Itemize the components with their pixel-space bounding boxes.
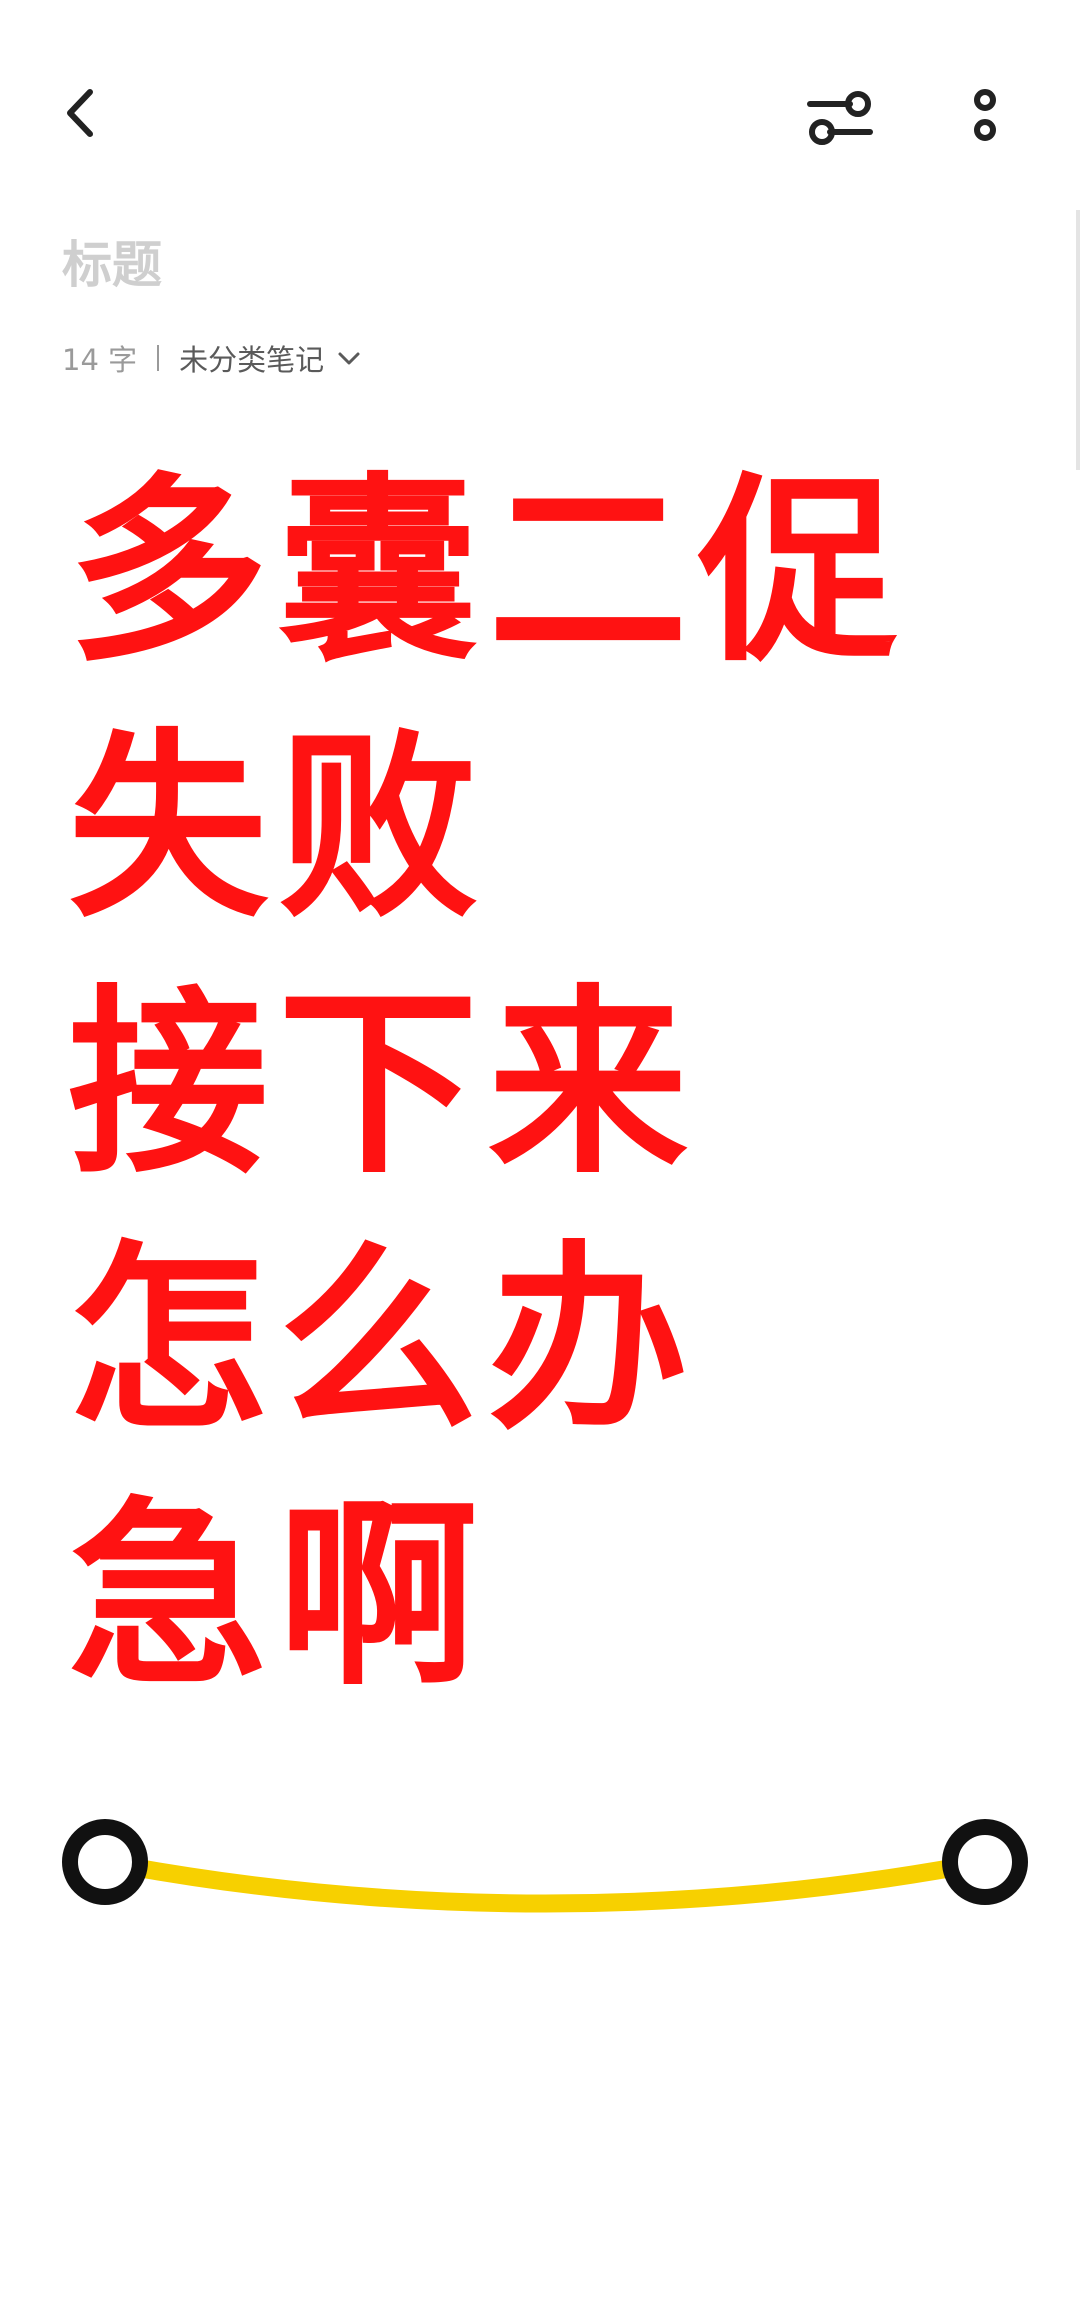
vertical-ellipsis-icon xyxy=(974,89,996,141)
category-selector[interactable]: 未分类笔记 xyxy=(179,337,324,379)
more-options-button[interactable] xyxy=(950,78,1020,158)
chevron-left-icon xyxy=(67,89,93,137)
meta-divider xyxy=(157,345,160,371)
smile-curve-icon xyxy=(62,1819,1028,1913)
note-title-input[interactable]: 标题 xyxy=(62,225,162,305)
note-line: 失败 xyxy=(68,712,489,945)
filter-settings-button[interactable] xyxy=(800,78,880,158)
note-line: 多囊二促 xyxy=(68,456,909,689)
note-meta-row: 14 字 未分类笔记 xyxy=(62,333,362,383)
word-count: 14 字 xyxy=(62,343,138,377)
top-toolbar xyxy=(0,0,1080,230)
scroll-indicator[interactable] xyxy=(1076,210,1080,470)
sliders-toggle-icon xyxy=(807,91,873,145)
note-line: 急啊 xyxy=(68,1480,489,1713)
chevron-down-icon[interactable] xyxy=(336,345,362,371)
note-line: 接下来 xyxy=(68,968,699,1201)
back-button[interactable] xyxy=(48,78,118,148)
note-body[interactable]: 多囊二促 失败 接下来 怎么办 急啊 xyxy=(68,445,1028,1725)
note-line: 怎么办 xyxy=(68,1224,699,1457)
